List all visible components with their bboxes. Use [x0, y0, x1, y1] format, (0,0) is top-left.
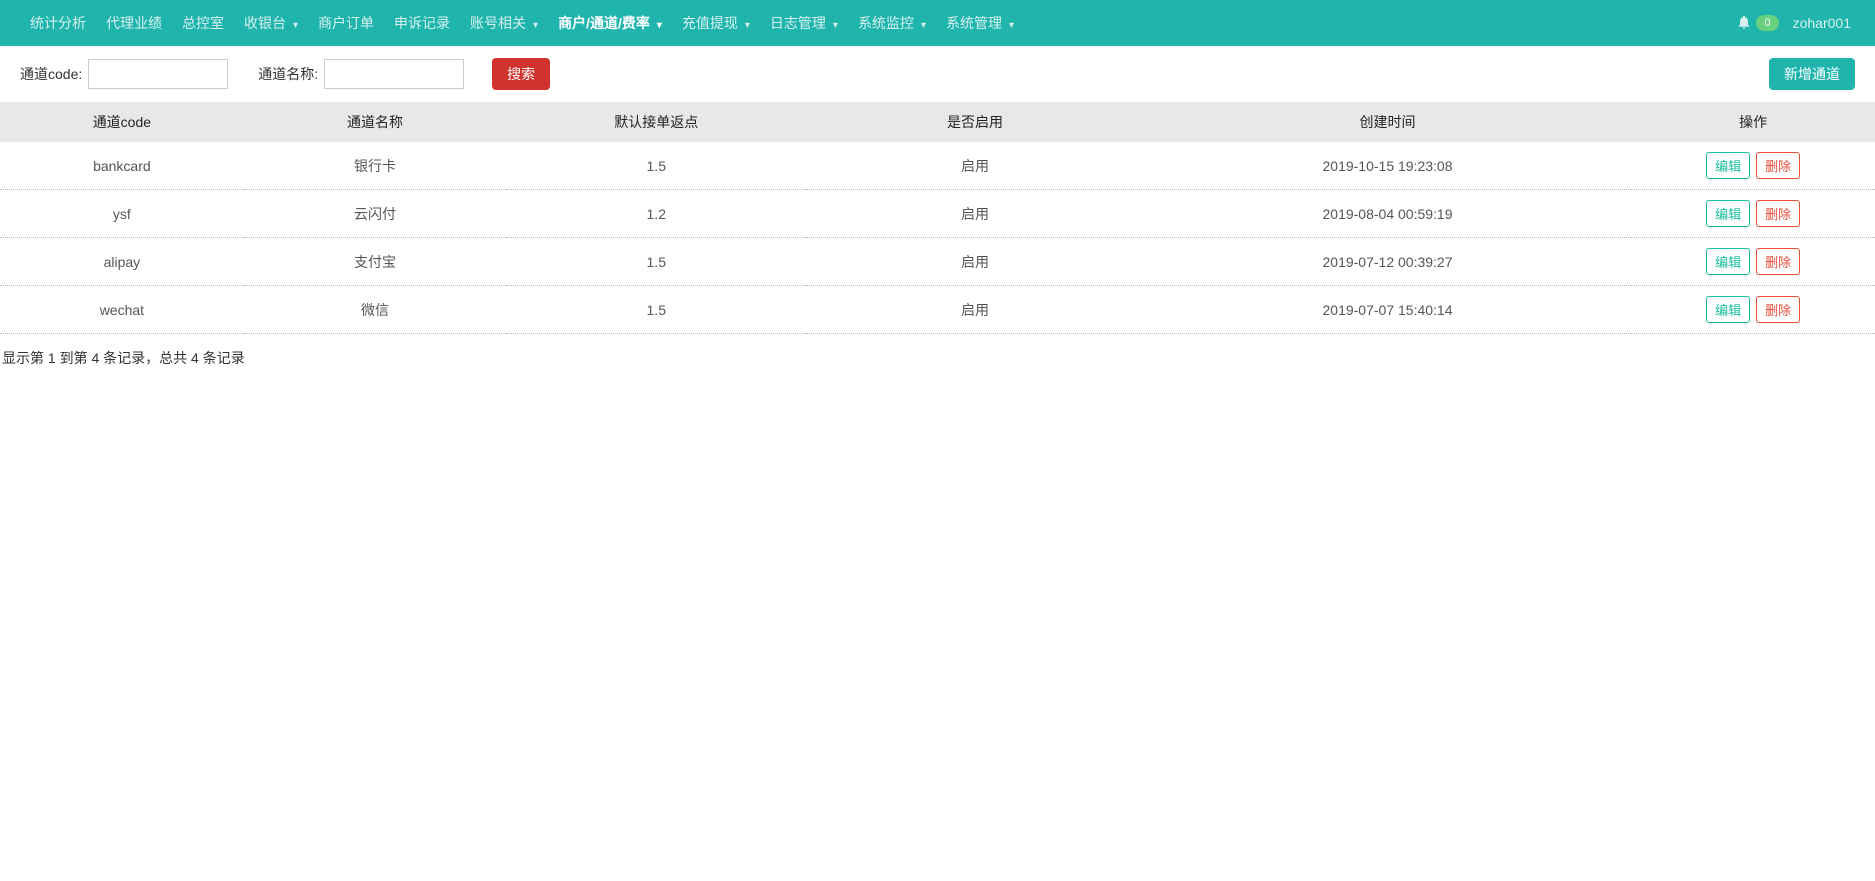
cell-rate: 1.5 — [506, 142, 806, 190]
chevron-down-icon — [918, 15, 926, 31]
table-row: alipay支付宝1.5启用2019-07-12 00:39:27 编辑删除 — [0, 238, 1875, 286]
cell-rate: 1.5 — [506, 286, 806, 334]
chevron-down-icon — [1006, 15, 1014, 31]
cell-ops: 编辑删除 — [1631, 190, 1875, 238]
cell-name: 支付宝 — [244, 238, 507, 286]
delete-button[interactable]: 删除 — [1756, 200, 1800, 227]
nav-item-11[interactable]: 系统管理 — [936, 1, 1024, 45]
row-actions: 编辑删除 — [1706, 248, 1800, 275]
cell-rate: 1.2 — [506, 190, 806, 238]
nav-item-label: 充值提现 — [682, 13, 738, 33]
code-label: 通道code: — [20, 64, 82, 84]
chevron-down-icon — [290, 15, 298, 31]
cell-enabled: 启用 — [806, 142, 1144, 190]
edit-button[interactable]: 编辑 — [1706, 152, 1750, 179]
nav-item-5[interactable]: 申诉记录 — [384, 1, 460, 45]
nav-item-label: 总控室 — [182, 13, 224, 33]
th-created[interactable]: 创建时间 — [1144, 102, 1632, 142]
row-actions: 编辑删除 — [1706, 152, 1800, 179]
notification-area[interactable]: 0 — [1736, 14, 1778, 33]
nav-item-label: 收银台 — [244, 13, 286, 33]
cell-name: 云闪付 — [244, 190, 507, 238]
nav-item-label: 日志管理 — [770, 13, 826, 33]
user-menu[interactable]: zohar001 — [1793, 15, 1855, 31]
edit-button[interactable]: 编辑 — [1706, 200, 1750, 227]
channel-name-input[interactable] — [324, 59, 464, 89]
nav-item-label: 申诉记录 — [394, 13, 450, 33]
nav-item-label: 账号相关 — [470, 13, 526, 33]
table-row: bankcard银行卡1.5启用2019-10-15 19:23:08 编辑删除 — [0, 142, 1875, 190]
add-channel-button[interactable]: 新增通道 — [1769, 58, 1855, 90]
cell-created: 2019-08-04 00:59:19 — [1144, 190, 1632, 238]
channel-code-input[interactable] — [88, 59, 228, 89]
cell-enabled: 启用 — [806, 286, 1144, 334]
nav-item-label: 系统管理 — [946, 13, 1002, 33]
cell-code: ysf — [0, 190, 244, 238]
name-label: 通道名称: — [258, 64, 318, 84]
table-row: wechat微信1.5启用2019-07-07 15:40:14 编辑删除 — [0, 286, 1875, 334]
top-navbar: 统计分析代理业绩总控室收银台 商户订单申诉记录账号相关 商户/通道/费率 充值提现 日志… — [0, 0, 1875, 46]
th-ops: 操作 — [1631, 102, 1875, 142]
delete-button[interactable]: 删除 — [1756, 152, 1800, 179]
cell-created: 2019-07-12 00:39:27 — [1144, 238, 1632, 286]
channel-table: 通道code 通道名称 默认接单返点 是否启用 创建时间 操作 bankcard… — [0, 102, 1875, 334]
cell-ops: 编辑删除 — [1631, 238, 1875, 286]
nav-item-6[interactable]: 账号相关 — [460, 1, 548, 45]
cell-ops: 编辑删除 — [1631, 142, 1875, 190]
table-body: bankcard银行卡1.5启用2019-10-15 19:23:08编辑删除y… — [0, 142, 1875, 334]
nav-item-8[interactable]: 充值提现 — [672, 1, 760, 45]
nav-item-7[interactable]: 商户/通道/费率 — [548, 1, 672, 45]
nav-item-10[interactable]: 系统监控 — [848, 1, 936, 45]
chevron-down-icon — [830, 15, 838, 31]
th-rate[interactable]: 默认接单返点 — [506, 102, 806, 142]
cell-created: 2019-07-07 15:40:14 — [1144, 286, 1632, 334]
nav-left: 统计分析代理业绩总控室收银台 商户订单申诉记录账号相关 商户/通道/费率 充值提现 日志… — [20, 1, 1024, 45]
cell-code: wechat — [0, 286, 244, 334]
nav-item-4[interactable]: 商户订单 — [308, 1, 384, 45]
nav-item-label: 代理业绩 — [106, 13, 162, 33]
cell-ops: 编辑删除 — [1631, 286, 1875, 334]
th-code[interactable]: 通道code — [0, 102, 244, 142]
nav-item-label: 商户/通道/费率 — [558, 13, 650, 33]
nav-item-2[interactable]: 总控室 — [172, 1, 234, 45]
search-button[interactable]: 搜索 — [492, 58, 550, 90]
cell-code: alipay — [0, 238, 244, 286]
chevron-down-icon — [654, 15, 662, 31]
nav-item-9[interactable]: 日志管理 — [760, 1, 848, 45]
nav-item-label: 统计分析 — [30, 13, 86, 33]
cell-name: 银行卡 — [244, 142, 507, 190]
nav-item-0[interactable]: 统计分析 — [20, 1, 96, 45]
chevron-down-icon — [742, 15, 750, 31]
cell-name: 微信 — [244, 286, 507, 334]
row-actions: 编辑删除 — [1706, 200, 1800, 227]
nav-item-3[interactable]: 收银台 — [234, 1, 308, 45]
table-info: 显示第 1 到第 4 条记录，总共 4 条记录 — [0, 334, 1875, 382]
edit-button[interactable]: 编辑 — [1706, 248, 1750, 275]
cell-enabled: 启用 — [806, 238, 1144, 286]
notification-badge: 0 — [1756, 15, 1778, 31]
table-header: 通道code 通道名称 默认接单返点 是否启用 创建时间 操作 — [0, 102, 1875, 142]
nav-item-label: 系统监控 — [858, 13, 914, 33]
cell-created: 2019-10-15 19:23:08 — [1144, 142, 1632, 190]
search-bar: 通道code: 通道名称: 搜索 新增通道 — [0, 46, 1875, 102]
edit-button[interactable]: 编辑 — [1706, 296, 1750, 323]
cell-enabled: 启用 — [806, 190, 1144, 238]
bell-icon — [1736, 14, 1752, 33]
th-name[interactable]: 通道名称 — [244, 102, 507, 142]
delete-button[interactable]: 删除 — [1756, 296, 1800, 323]
nav-right: 0 zohar001 — [1736, 14, 1855, 33]
table-row: ysf云闪付1.2启用2019-08-04 00:59:19 编辑删除 — [0, 190, 1875, 238]
th-enabled[interactable]: 是否启用 — [806, 102, 1144, 142]
row-actions: 编辑删除 — [1706, 296, 1800, 323]
cell-rate: 1.5 — [506, 238, 806, 286]
nav-item-1[interactable]: 代理业绩 — [96, 1, 172, 45]
nav-item-label: 商户订单 — [318, 13, 374, 33]
search-group-name: 通道名称: — [258, 59, 464, 89]
cell-code: bankcard — [0, 142, 244, 190]
search-group-code: 通道code: — [20, 59, 228, 89]
delete-button[interactable]: 删除 — [1756, 248, 1800, 275]
chevron-down-icon — [530, 15, 538, 31]
username-label: zohar001 — [1793, 15, 1851, 31]
